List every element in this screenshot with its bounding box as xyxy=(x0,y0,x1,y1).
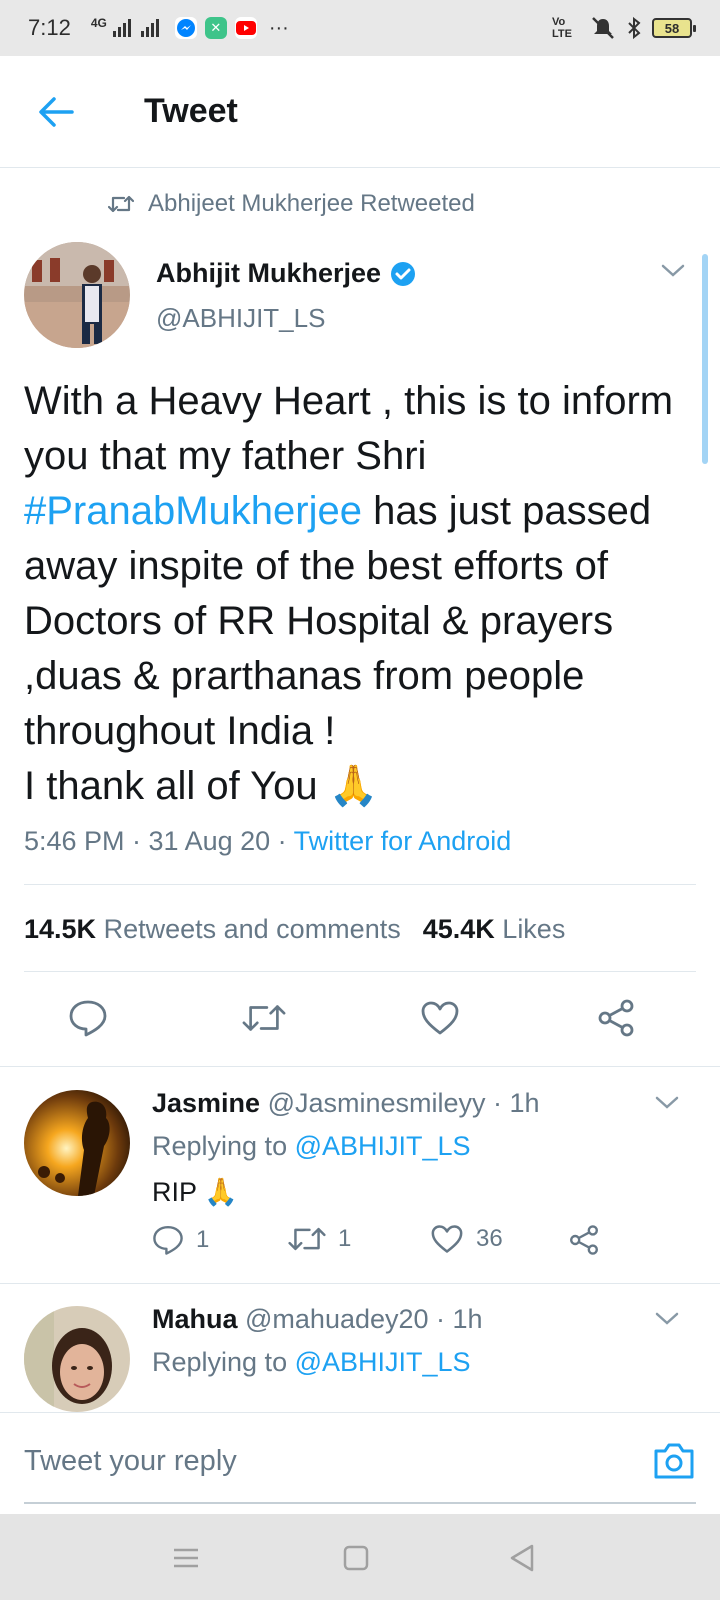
app-icon: ✕ xyxy=(204,17,227,39)
author-block[interactable]: Abhijit Mukherjee @ABHIJIT_LS xyxy=(156,258,417,334)
reply-handle-time: @mahuadey20 · 1h xyxy=(237,1304,483,1334)
likes-label: Likes xyxy=(502,914,566,944)
menu-icon xyxy=(174,1548,198,1568)
reply-tweet[interactable]: Jasmine @Jasminesmileyy · 1h Replying to… xyxy=(0,1088,720,1283)
reply-author-name[interactable]: Mahua xyxy=(152,1304,238,1334)
reply-retweet-button[interactable]: 1 xyxy=(288,1224,351,1254)
battery-icon: 58 xyxy=(652,18,696,38)
reply-like-button[interactable]: 36 xyxy=(430,1224,503,1254)
like-button[interactable] xyxy=(418,996,462,1040)
tweet-meta: 5:46 PM · 31 Aug 20 · Twitter for Androi… xyxy=(24,826,511,857)
retweets-label: Retweets and comments xyxy=(103,914,401,944)
more-notifications-icon: ··· xyxy=(268,16,289,39)
reply-comment-count: 1 xyxy=(196,1226,210,1253)
hashtag-link[interactable]: #PranabMukherjee xyxy=(24,489,362,533)
tweet-text-part: I thank all of You 🙏 xyxy=(24,764,379,808)
reply-input-underline xyxy=(24,1502,696,1504)
tweet-source-link[interactable]: Twitter for Android xyxy=(294,826,512,856)
system-nav-bar xyxy=(0,1514,720,1600)
share-button[interactable] xyxy=(594,996,638,1040)
tweet-options-button[interactable] xyxy=(658,256,688,286)
divider xyxy=(24,884,696,885)
reply-options-button[interactable] xyxy=(652,1088,682,1118)
divider xyxy=(0,1283,720,1284)
reply-comment-button[interactable]: 1 xyxy=(152,1224,209,1256)
bluetooth-icon xyxy=(628,16,641,40)
reply-share-button[interactable] xyxy=(568,1224,600,1256)
arrow-left-icon xyxy=(39,96,74,127)
reply-text: RIP 🙏 xyxy=(152,1177,238,1207)
reply-avatar[interactable] xyxy=(24,1090,130,1196)
share-icon xyxy=(598,999,634,1037)
author-handle[interactable]: @ABHIJIT_LS xyxy=(156,303,417,334)
reply-tweet[interactable]: Mahua @mahuadey20 · 1h Replying to @ABHI… xyxy=(0,1304,720,1412)
reply-retweet-count: 1 xyxy=(338,1225,352,1252)
divider xyxy=(24,971,696,972)
home-button[interactable] xyxy=(340,1542,372,1574)
app-bar: Tweet xyxy=(0,56,720,168)
author-avatar[interactable] xyxy=(24,242,130,348)
camera-button[interactable] xyxy=(652,1441,696,1485)
replying-prefix: Replying to xyxy=(152,1131,295,1161)
reply-button[interactable] xyxy=(66,996,110,1040)
tweet-detail-scroll[interactable]: Abhijeet Mukherjee Retweeted Abhijit Muk… xyxy=(0,168,720,1412)
camera-icon xyxy=(654,1443,694,1479)
mute-icon xyxy=(592,17,614,39)
likes-stat[interactable]: 45.4K Likes xyxy=(423,914,566,945)
retweeted-by-label: Abhijeet Mukherjee Retweeted xyxy=(148,190,475,217)
reply-actions: 1 1 36 xyxy=(152,1224,612,1264)
tweet-stats: 14.5K Retweets and comments 45.4K Likes xyxy=(24,914,565,945)
retweets-stat[interactable]: 14.5K Retweets and comments xyxy=(24,914,401,945)
comment-icon xyxy=(153,1226,183,1255)
tweet-text: With a Heavy Heart , this is to inform y… xyxy=(24,374,704,814)
reply-like-count: 36 xyxy=(476,1225,503,1252)
replying-prefix: Replying to xyxy=(152,1347,295,1377)
retweet-icon xyxy=(108,195,134,213)
tweet-text-part: With a Heavy Heart , this is to inform y… xyxy=(24,379,674,478)
replying-to-link[interactable]: @ABHIJIT_LS xyxy=(295,1131,471,1161)
youtube-icon xyxy=(234,17,257,39)
comment-icon xyxy=(69,1000,107,1037)
retweet-icon xyxy=(288,1227,326,1251)
reply-options-button[interactable] xyxy=(652,1304,682,1334)
reply-author-name[interactable]: Jasmine xyxy=(152,1088,260,1118)
retweet-icon xyxy=(242,1005,286,1031)
likes-count: 45.4K xyxy=(422,914,495,944)
reply-composer: Tweet your reply xyxy=(0,1412,720,1514)
status-bar: 7:12 4G ✕ ··· Vo LTE 58 xyxy=(0,0,720,56)
reply-handle-time: @Jasminesmileyy · 1h xyxy=(260,1088,540,1118)
square-icon xyxy=(343,1545,369,1571)
tweet-timestamp: 5:46 PM · 31 Aug 20 · xyxy=(24,826,294,856)
verified-badge-icon xyxy=(391,261,416,286)
back-button[interactable] xyxy=(26,82,86,142)
reply-input[interactable]: Tweet your reply xyxy=(24,1445,237,1478)
chevron-down-icon xyxy=(655,1312,679,1325)
heart-icon xyxy=(431,1225,463,1253)
retweets-count: 14.5K xyxy=(24,914,97,944)
retweet-context[interactable]: Abhijeet Mukherjee Retweeted xyxy=(108,190,475,218)
chevron-down-icon xyxy=(655,1096,679,1109)
reply-content: Jasmine @Jasminesmileyy · 1h Replying to… xyxy=(152,1088,692,1208)
author-name[interactable]: Abhijit Mukherjee xyxy=(156,258,381,289)
network-label: 4G xyxy=(90,16,107,30)
volte-label: Vo LTE xyxy=(552,16,572,40)
heart-icon xyxy=(421,1001,459,1035)
reply-content: Mahua @mahuadey20 · 1h Replying to @ABHI… xyxy=(152,1304,692,1378)
status-time: 7:12 xyxy=(28,15,71,40)
tweet-actions xyxy=(0,996,720,1066)
replying-to-link[interactable]: @ABHIJIT_LS xyxy=(295,1347,471,1377)
recents-button[interactable] xyxy=(170,1542,202,1574)
chevron-down-icon xyxy=(661,264,685,277)
replying-to: Replying to @ABHIJIT_LS xyxy=(152,1347,692,1378)
messenger-icon xyxy=(174,17,197,39)
share-icon xyxy=(570,1225,598,1255)
divider xyxy=(0,1066,720,1067)
page-title: Tweet xyxy=(144,92,238,130)
retweet-button[interactable] xyxy=(242,996,286,1040)
reply-avatar[interactable] xyxy=(24,1306,130,1412)
triangle-back-icon xyxy=(510,1544,534,1572)
replying-to: Replying to @ABHIJIT_LS xyxy=(152,1131,692,1162)
back-nav-button[interactable] xyxy=(506,1542,538,1574)
signal-icon xyxy=(112,19,159,37)
